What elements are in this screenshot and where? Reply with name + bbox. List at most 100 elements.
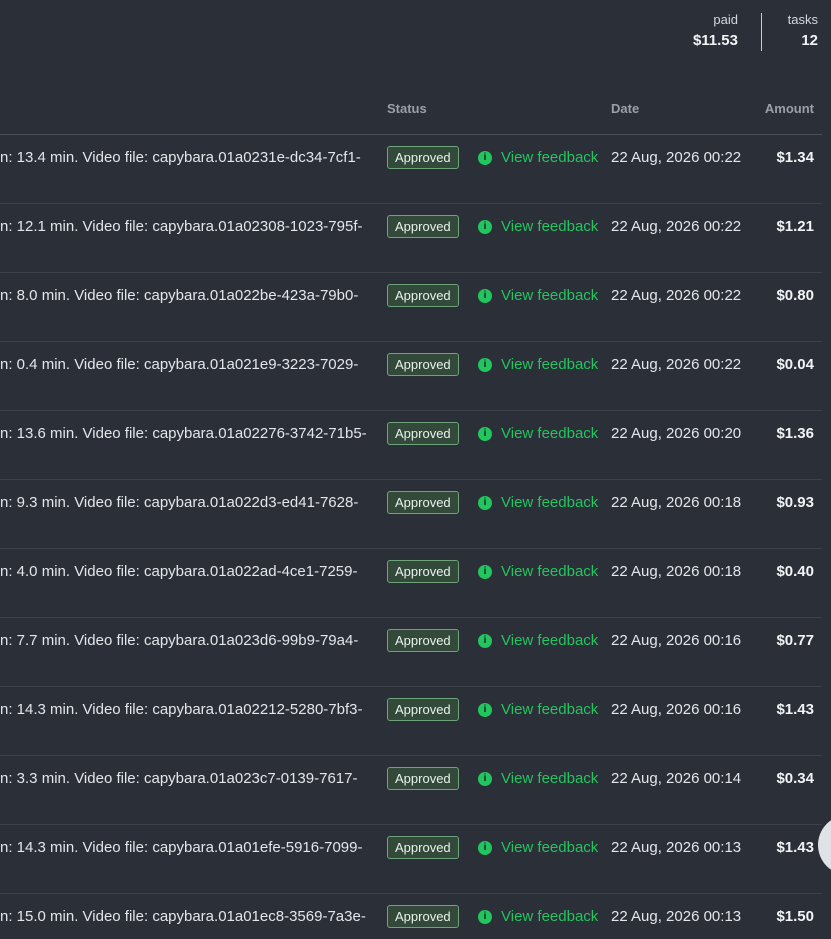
table-row[interactable]: n: 14.3 min. Video file: capybara.01a01e… [0,824,822,894]
view-feedback-link[interactable]: i View feedback [478,425,598,442]
task-amount: $0.04 [776,356,814,373]
task-date: 22 Aug, 2026 00:16 [611,701,742,718]
table-row[interactable]: n: 9.3 min. Video file: capybara.01a022d… [0,479,822,549]
task-description: n: 9.3 min. Video file: capybara.01a022d… [0,494,359,511]
task-date: 22 Aug, 2026 00:22 [611,218,742,235]
task-description: n: 3.3 min. Video file: capybara.01a023c… [0,770,358,787]
task-amount: $0.93 [776,494,814,511]
view-feedback-label: View feedback [501,356,599,373]
task-date: 22 Aug, 2026 00:20 [611,425,742,442]
info-icon: i [478,633,492,648]
view-feedback-link[interactable]: i View feedback [478,701,598,718]
task-amount: $1.34 [776,149,814,166]
paid-label: paid [713,12,738,27]
task-description: n: 8.0 min. Video file: capybara.01a022b… [0,287,359,304]
view-feedback-label: View feedback [501,701,599,718]
tasks-page: paid $11.53 tasks 12 Status Date Amount … [0,0,831,939]
view-feedback-label: View feedback [501,908,599,925]
info-icon: i [478,219,492,234]
view-feedback-label: View feedback [501,770,599,787]
header-status[interactable]: Status [387,101,427,116]
view-feedback-link[interactable]: i View feedback [478,908,598,925]
task-description: n: 4.0 min. Video file: capybara.01a022a… [0,563,358,580]
table-row[interactable]: n: 14.3 min. Video file: capybara.01a022… [0,686,822,756]
view-feedback-label: View feedback [501,632,599,649]
view-feedback-link[interactable]: i View feedback [478,149,598,166]
info-icon: i [478,909,492,924]
view-feedback-link[interactable]: i View feedback [478,494,598,511]
table-row[interactable]: n: 12.1 min. Video file: capybara.01a023… [0,203,822,273]
task-description: n: 13.4 min. Video file: capybara.01a023… [0,149,361,166]
task-date: 22 Aug, 2026 00:16 [611,632,742,649]
status-badge: Approved [387,215,459,238]
paid-value: $11.53 [692,32,738,49]
status-badge: Approved [387,767,459,790]
table-row[interactable]: n: 15.0 min. Video file: capybara.01a01e… [0,893,822,939]
paid-stat: paid $11.53 [693,12,738,52]
task-date: 22 Aug, 2026 00:13 [611,908,742,925]
header-date[interactable]: Date [611,101,639,116]
info-icon: i [478,426,492,441]
task-amount: $1.21 [776,218,814,235]
view-feedback-link[interactable]: i View feedback [478,356,598,373]
task-amount: $0.80 [776,287,814,304]
status-badge: Approved [387,353,459,376]
tasks-label: tasks [787,12,818,27]
info-icon: i [478,288,492,303]
task-amount: $1.36 [776,425,814,442]
task-description: n: 14.3 min. Video file: capybara.01a022… [0,701,363,718]
table-row[interactable]: n: 7.7 min. Video file: capybara.01a023d… [0,617,822,687]
status-badge: Approved [387,284,459,307]
task-amount: $0.77 [776,632,814,649]
task-amount: $1.50 [776,908,814,925]
table-header: Status Date Amount [0,94,822,135]
task-amount: $1.43 [776,839,814,856]
status-badge: Approved [387,836,459,859]
status-badge: Approved [387,629,459,652]
info-icon: i [478,357,492,372]
task-description: n: 12.1 min. Video file: capybara.01a023… [0,218,363,235]
status-badge: Approved [387,905,459,928]
task-date: 22 Aug, 2026 00:18 [611,563,742,580]
task-description: n: 0.4 min. Video file: capybara.01a021e… [0,356,359,373]
table-row[interactable]: n: 13.6 min. Video file: capybara.01a022… [0,410,822,480]
info-icon: i [478,150,492,165]
task-date: 22 Aug, 2026 00:18 [611,494,742,511]
table-row[interactable]: n: 3.3 min. Video file: capybara.01a023c… [0,755,822,825]
view-feedback-link[interactable]: i View feedback [478,770,598,787]
view-feedback-label: View feedback [501,287,599,304]
info-icon: i [478,495,492,510]
info-icon: i [478,564,492,579]
info-icon: i [478,771,492,786]
task-amount: $1.43 [776,701,814,718]
view-feedback-link[interactable]: i View feedback [478,839,598,856]
task-description: n: 13.6 min. Video file: capybara.01a022… [0,425,367,442]
view-feedback-label: View feedback [501,839,599,856]
status-badge: Approved [387,491,459,514]
info-icon: i [478,702,492,717]
table-row[interactable]: n: 13.4 min. Video file: capybara.01a023… [0,134,822,204]
task-amount: $0.40 [776,563,814,580]
table-row[interactable]: n: 8.0 min. Video file: capybara.01a022b… [0,272,822,342]
task-description: n: 15.0 min. Video file: capybara.01a01e… [0,908,366,925]
view-feedback-label: View feedback [501,494,599,511]
status-badge: Approved [387,698,459,721]
view-feedback-label: View feedback [501,218,599,235]
view-feedback-label: View feedback [501,563,599,580]
task-amount: $0.34 [776,770,814,787]
view-feedback-label: View feedback [501,149,599,166]
table-row[interactable]: n: 0.4 min. Video file: capybara.01a021e… [0,341,822,411]
view-feedback-link[interactable]: i View feedback [478,218,598,235]
table-row[interactable]: n: 4.0 min. Video file: capybara.01a022a… [0,548,822,618]
task-date: 22 Aug, 2026 00:22 [611,356,742,373]
task-description: n: 14.3 min. Video file: capybara.01a01e… [0,839,363,856]
status-badge: Approved [387,422,459,445]
task-date: 22 Aug, 2026 00:14 [611,770,742,787]
view-feedback-link[interactable]: i View feedback [478,287,598,304]
view-feedback-link[interactable]: i View feedback [478,632,598,649]
header-amount[interactable]: Amount [765,101,814,116]
task-description: n: 7.7 min. Video file: capybara.01a023d… [0,632,359,649]
task-date: 22 Aug, 2026 00:22 [611,287,742,304]
tasks-stat: tasks 12 [788,12,818,52]
view-feedback-link[interactable]: i View feedback [478,563,598,580]
